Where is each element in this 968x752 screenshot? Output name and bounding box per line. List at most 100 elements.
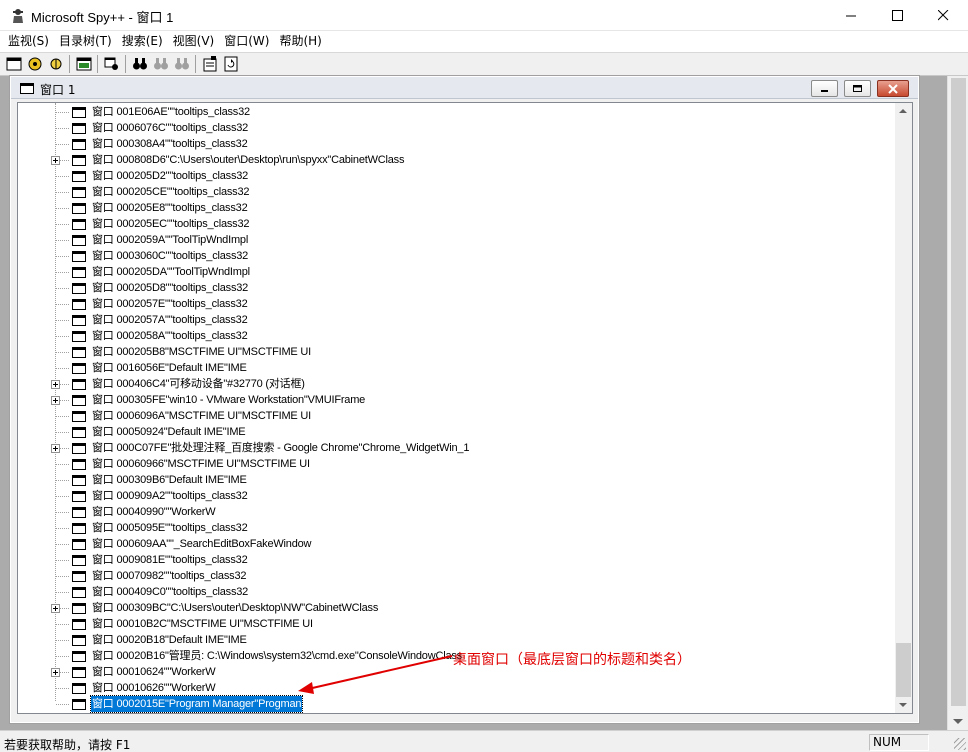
tree-item[interactable]: 窗口 0016056E"Default IME"IME (18, 360, 896, 376)
menu-window[interactable]: 窗口(W) (219, 32, 274, 51)
tree-scroll-thumb[interactable] (896, 643, 911, 697)
expand-plus-icon[interactable] (51, 604, 60, 613)
tree-item[interactable]: 窗口 0002059A""ToolTipWndImpl (18, 232, 896, 248)
child-close-button[interactable] (877, 80, 909, 97)
tree-item[interactable]: 窗口 000409C0""tooltips_class32 (18, 584, 896, 600)
tree-item[interactable]: 窗口 0002057E""tooltips_class32 (18, 296, 896, 312)
tree-item-label[interactable]: 窗口 000205CE""tooltips_class32 (91, 184, 250, 200)
tree-item[interactable]: 窗口 000309B6"Default IME"IME (18, 472, 896, 488)
tree-item-label[interactable]: 窗口 000205EC""tooltips_class32 (91, 216, 250, 232)
messages-button[interactable] (73, 54, 94, 74)
expand-plus-icon[interactable] (51, 396, 60, 405)
search-button[interactable] (129, 54, 150, 74)
tree-item[interactable]: 窗口 000308A4""tooltips_class32 (18, 136, 896, 152)
tree-item[interactable]: 窗口 000205DA""ToolTipWndImpl (18, 264, 896, 280)
tree-item-label[interactable]: 窗口 00070982""tooltips_class32 (91, 568, 247, 584)
tree-item-label[interactable]: 窗口 000C07FE"批处理注释_百度搜索 - Google Chrome"C… (91, 440, 470, 456)
tree-item-label[interactable]: 窗口 00040990""WorkerW (91, 504, 216, 520)
child-minimize-button[interactable] (811, 80, 838, 97)
find-window-button[interactable] (101, 54, 122, 74)
tree-item[interactable]: 窗口 000205CE""tooltips_class32 (18, 184, 896, 200)
tree-item-label[interactable]: 窗口 00010624""WorkerW (91, 664, 216, 680)
tree-item-label[interactable]: 窗口 000205D2""tooltips_class32 (91, 168, 249, 184)
mdi-scroll-thumb[interactable] (951, 78, 966, 706)
tree-item-label[interactable]: 窗口 000909A2""tooltips_class32 (91, 488, 249, 504)
tree-item-label[interactable]: 窗口 001E06AE""tooltips_class32 (91, 104, 251, 120)
tree-item[interactable]: 窗口 0002058A""tooltips_class32 (18, 328, 896, 344)
threads-button[interactable] (45, 54, 66, 74)
tree-item-label[interactable]: 窗口 000205E8""tooltips_class32 (91, 200, 249, 216)
tree-item-label[interactable]: 窗口 0002015E"Program Manager"Progman (89, 695, 304, 713)
tree-item-label[interactable]: 窗口 00050924"Default IME"IME (91, 424, 246, 440)
scroll-down-icon[interactable] (953, 719, 963, 724)
maximize-button[interactable] (874, 0, 920, 30)
tree-item[interactable]: 窗口 000609AA""_SearchEditBoxFakeWindow (18, 536, 896, 552)
refresh-button[interactable] (220, 54, 241, 74)
tree-item[interactable]: 窗口 00070982""tooltips_class32 (18, 568, 896, 584)
tree-item[interactable]: 窗口 00040990""WorkerW (18, 504, 896, 520)
tree-item[interactable]: 窗口 0002057A""tooltips_class32 (18, 312, 896, 328)
tree-item-label[interactable]: 窗口 0002058A""tooltips_class32 (91, 328, 249, 344)
expand-plus-icon[interactable] (51, 668, 60, 677)
tree-item-label[interactable]: 窗口 000205D8""tooltips_class32 (91, 280, 249, 296)
tree-item-label[interactable]: 窗口 000309BC"C:\Users\outer\Desktop\NW"Ca… (91, 600, 379, 616)
tree-item-label[interactable]: 窗口 0002057A""tooltips_class32 (91, 312, 249, 328)
tree-item[interactable]: 窗口 000309BC"C:\Users\outer\Desktop\NW"Ca… (18, 600, 896, 616)
tree-item-label[interactable]: 窗口 0006096A"MSCTFIME UI"MSCTFIME UI (91, 408, 312, 424)
tree-item-label[interactable]: 窗口 00010626""WorkerW (91, 680, 216, 696)
tree-item-label[interactable]: 窗口 000305FE"win10 - VMware Workstation"V… (91, 392, 366, 408)
tree-item-label[interactable]: 窗口 00010B2C"MSCTFIME UI"MSCTFIME UI (91, 616, 314, 632)
tree-item[interactable]: 窗口 0003060C""tooltips_class32 (18, 248, 896, 264)
tree-item[interactable]: 窗口 00060966"MSCTFIME UI"MSCTFIME UI (18, 456, 896, 472)
tree-item-label[interactable]: 窗口 0002059A""ToolTipWndImpl (91, 232, 249, 248)
expand-plus-icon[interactable] (51, 444, 60, 453)
find-prev-button[interactable] (171, 54, 192, 74)
scroll-down-icon[interactable] (899, 703, 907, 707)
tree-item-label[interactable]: 窗口 0003060C""tooltips_class32 (91, 248, 249, 264)
tree-item[interactable]: 窗口 000C07FE"批处理注释_百度搜索 - Google Chrome"C… (18, 440, 896, 456)
tree-item-label[interactable]: 窗口 0009081E""tooltips_class32 (91, 552, 249, 568)
tree-item[interactable]: 窗口 000909A2""tooltips_class32 (18, 488, 896, 504)
tree-item-label[interactable]: 窗口 000309B6"Default IME"IME (91, 472, 248, 488)
menu-help[interactable]: 帮助(H) (274, 32, 326, 51)
tree-item[interactable]: 窗口 000205EC""tooltips_class32 (18, 216, 896, 232)
menu-tree[interactable]: 目录树(T) (54, 32, 117, 51)
expand-plus-icon[interactable] (51, 380, 60, 389)
mdi-vertical-scrollbar[interactable] (947, 76, 968, 730)
tree-item-label[interactable]: 窗口 000205B8"MSCTFIME UI"MSCTFIME UI (91, 344, 312, 360)
scroll-up-icon[interactable] (899, 109, 907, 113)
minimize-button[interactable] (828, 0, 874, 30)
tree-item[interactable]: 窗口 00010626""WorkerW (18, 680, 896, 696)
windows-button[interactable] (3, 54, 24, 74)
tree-item-label[interactable]: 窗口 00060966"MSCTFIME UI"MSCTFIME UI (91, 456, 311, 472)
tree-item-label[interactable]: 窗口 000609AA""_SearchEditBoxFakeWindow (91, 536, 312, 552)
processes-button[interactable] (24, 54, 45, 74)
tree-item-label[interactable]: 窗口 0005095E""tooltips_class32 (91, 520, 249, 536)
tree-item-label[interactable]: 窗口 0002057E""tooltips_class32 (91, 296, 249, 312)
tree-item[interactable]: 窗口 000406C4"可移动设备"#32770 (对话框) (18, 376, 896, 392)
tree-item[interactable]: 窗口 0009081E""tooltips_class32 (18, 552, 896, 568)
expand-plus-icon[interactable] (51, 156, 60, 165)
tree-item-label[interactable]: 窗口 000205DA""ToolTipWndImpl (91, 264, 251, 280)
tree-item[interactable]: 窗口 000205E8""tooltips_class32 (18, 200, 896, 216)
tree-item[interactable]: 窗口 000205D2""tooltips_class32 (18, 168, 896, 184)
tree-item-label[interactable]: 窗口 000808D6"C:\Users\outer\Desktop\run\s… (91, 152, 405, 168)
tree-item-label[interactable]: 窗口 000308A4""tooltips_class32 (91, 136, 249, 152)
tree-item[interactable]: 窗口 00010B2C"MSCTFIME UI"MSCTFIME UI (18, 616, 896, 632)
resize-grip[interactable] (954, 738, 966, 750)
tree-item[interactable]: 窗口 000305FE"win10 - VMware Workstation"V… (18, 392, 896, 408)
tree-item[interactable]: 窗口 000205D8""tooltips_class32 (18, 280, 896, 296)
tree-item[interactable]: 窗口 0002015E"Program Manager"Progman (18, 695, 896, 713)
close-button[interactable] (920, 0, 966, 30)
tree-vertical-scrollbar[interactable] (895, 103, 912, 713)
tree-item[interactable]: 窗口 000808D6"C:\Users\outer\Desktop\run\s… (18, 152, 896, 168)
window-tree-view[interactable]: 窗口 001E06AE""tooltips_class32 窗口 0006076C… (17, 102, 913, 714)
tree-item[interactable]: 窗口 00020B18"Default IME"IME (18, 632, 896, 648)
tree-item-label[interactable]: 窗口 000409C0""tooltips_class32 (91, 584, 249, 600)
tree-item-label[interactable]: 窗口 0006076C""tooltips_class32 (91, 120, 249, 136)
tree-item[interactable]: 窗口 0006096A"MSCTFIME UI"MSCTFIME UI (18, 408, 896, 424)
menu-monitor[interactable]: 监视(S) (3, 32, 54, 51)
tree-item[interactable]: 窗口 001E06AE""tooltips_class32 (18, 104, 896, 120)
menu-search[interactable]: 搜索(E) (117, 32, 168, 51)
properties-button[interactable] (199, 54, 220, 74)
